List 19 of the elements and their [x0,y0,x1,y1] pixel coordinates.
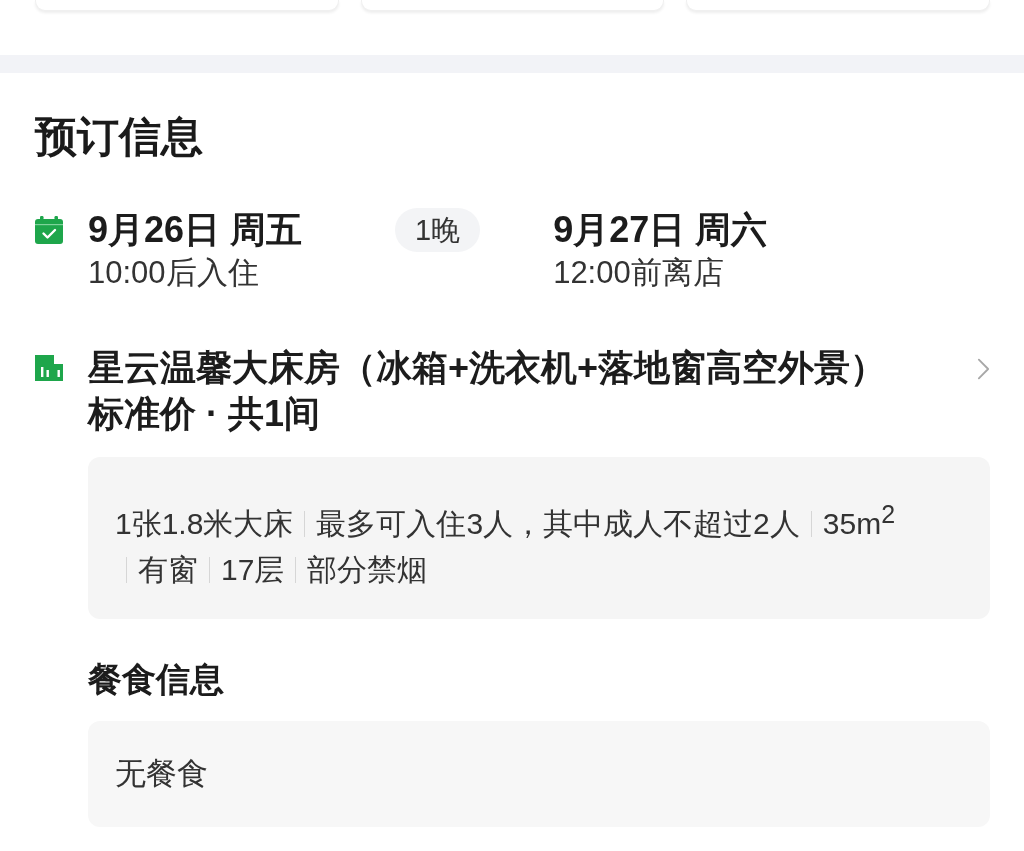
check-out-date: 9月27日 周六 [553,208,768,252]
facility-text: 35m$^{2}$ [822,507,896,540]
check-out-time: 12:00前离店 [553,254,725,292]
section-title: 预订信息 [35,112,204,162]
meal-section-title: 餐食信息 [88,659,225,700]
building-icon [35,355,63,381]
facility-text: 最多可入住3人，其中成人不超过2人 [316,507,800,540]
room-name: 星云温馨大床房（冰箱+洗衣机+落地窗高空外景） [88,346,888,390]
facility-text: 1张1.8米大床 [115,507,294,540]
facility-text: 有窗 [138,553,198,586]
check-in-time: 10:00后入住 [88,254,260,292]
check-in-date: 9月26日 周五 [88,208,304,252]
facility-text: 部分禁烟 [307,553,428,586]
calendar-check-icon [35,216,63,244]
room-rate: 标准价 · 共1间 [88,392,321,436]
facility-text: 17层 [221,553,285,586]
meal-value: 无餐食 [115,755,208,793]
nights-badge: 1晚 [395,208,481,252]
chevron-right-icon[interactable] [977,357,990,381]
